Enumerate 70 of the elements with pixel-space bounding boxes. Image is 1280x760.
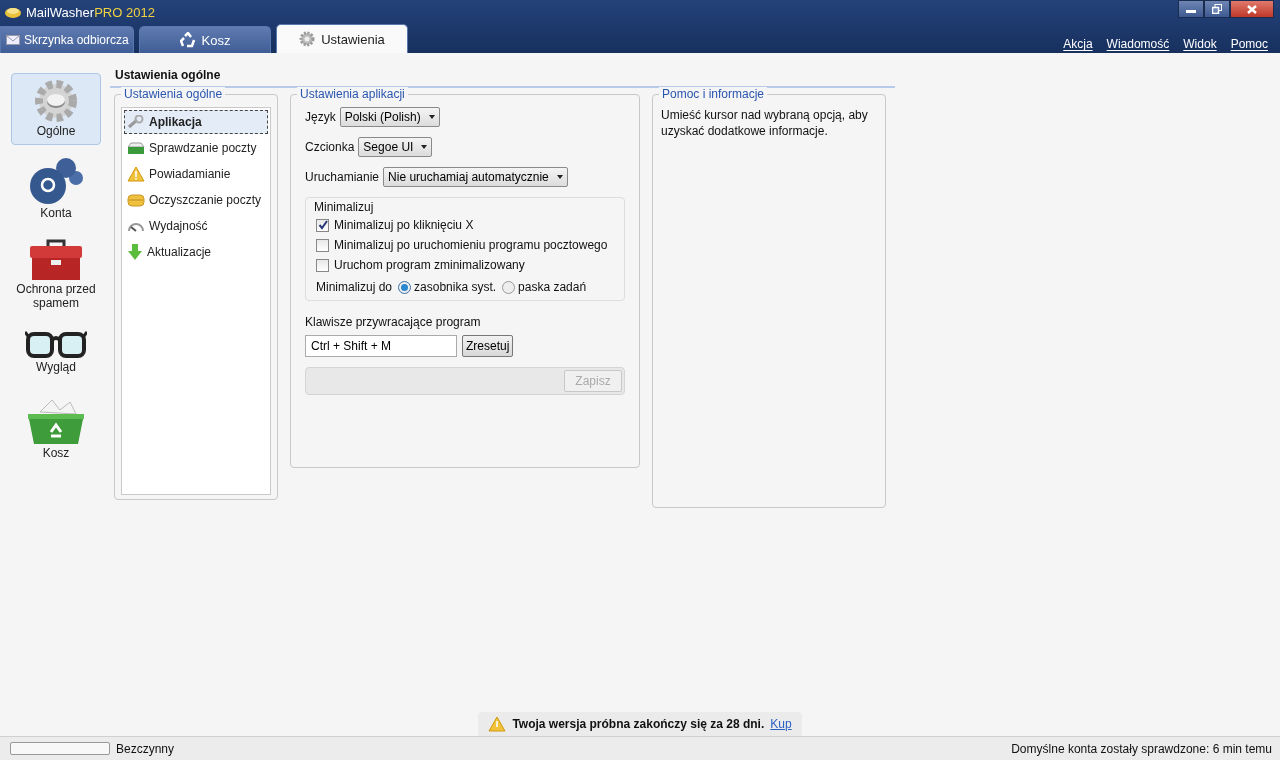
nav-item[interactable]: Ogólne bbox=[11, 73, 101, 145]
tab[interactable]: Ustawienia bbox=[276, 24, 408, 53]
buy-link[interactable]: Kup bbox=[770, 717, 792, 731]
menu-item[interactable]: Akcja bbox=[1063, 37, 1093, 51]
checkbox-label: Minimalizuj po kliknięciu X bbox=[334, 218, 474, 232]
checkbox-label: Uruchom program zminimalizowany bbox=[334, 258, 525, 272]
eraser-icon bbox=[127, 193, 145, 207]
field-label: Język bbox=[305, 110, 336, 124]
tab[interactable]: Skrzynka odbiorcza bbox=[0, 26, 134, 53]
menu-item[interactable]: Widok bbox=[1183, 37, 1217, 51]
menu-item[interactable]: Pomoc bbox=[1230, 37, 1268, 51]
dropdown[interactable]: Segoe UI bbox=[358, 137, 433, 157]
warning-icon bbox=[127, 166, 145, 182]
inbox-icon bbox=[127, 141, 145, 155]
close-button[interactable] bbox=[1230, 0, 1274, 18]
category-item[interactable]: Wydajność bbox=[124, 214, 268, 238]
group-title: Minimalizuj bbox=[314, 200, 375, 214]
nav-item[interactable]: Wygląd bbox=[11, 323, 101, 387]
radio-label: paska zadań bbox=[518, 280, 587, 294]
warning-icon bbox=[488, 716, 507, 732]
nav-item[interactable]: Konta bbox=[11, 151, 101, 227]
category-item[interactable]: Aplikacja bbox=[124, 110, 268, 134]
radio-button[interactable] bbox=[398, 280, 412, 294]
category-item[interactable]: Sprawdzanie poczty bbox=[124, 136, 268, 160]
restore-icon bbox=[1212, 4, 1222, 14]
dropdown[interactable]: Polski (Polish) bbox=[339, 107, 440, 127]
checkbox[interactable] bbox=[316, 238, 329, 252]
maximize-button[interactable] bbox=[1204, 0, 1230, 18]
field-label: Klawisze przywracające program bbox=[305, 315, 482, 329]
radio-label: zasobnika syst. bbox=[414, 280, 497, 294]
radio-button[interactable] bbox=[502, 280, 516, 294]
help-text: Umieść kursor nad wybraną opcją, aby uzyskać dodatkowe informacje. bbox=[661, 107, 869, 139]
group-title: Ustawienia ogólne bbox=[121, 87, 226, 101]
field-label: Uruchamianie bbox=[305, 170, 380, 184]
caret-icon bbox=[421, 145, 428, 149]
gear-icon bbox=[32, 78, 80, 124]
minimize-button[interactable] bbox=[1178, 0, 1204, 18]
recycle-icon bbox=[179, 32, 196, 48]
toolbox-icon bbox=[28, 238, 84, 282]
caret-icon bbox=[556, 175, 563, 179]
window-title: MailWasherPRO 2012 bbox=[26, 4, 155, 20]
group-title: Pomoc i informacje bbox=[659, 87, 768, 101]
category-item[interactable]: Aktualizacje bbox=[124, 240, 268, 264]
soap-icon bbox=[4, 5, 22, 19]
nav-item[interactable]: Ochrona przed spamem bbox=[11, 233, 101, 317]
reset-button[interactable]: Zresetuj bbox=[462, 335, 514, 357]
status-text: Bezczynny bbox=[116, 741, 175, 756]
dropdown[interactable]: Nie uruchamiaj automatycznie bbox=[383, 167, 568, 187]
category-item[interactable]: Powiadamianie bbox=[124, 162, 268, 186]
trial-message: Twoja wersja próbna zakończy się za 28 dni. bbox=[512, 717, 765, 731]
caret-icon bbox=[428, 115, 435, 119]
field-label: Czcionka bbox=[305, 140, 355, 154]
checkbox[interactable] bbox=[316, 258, 329, 272]
menu-item[interactable]: Wiadomość bbox=[1106, 37, 1170, 51]
gear-icon bbox=[299, 31, 316, 47]
category-item[interactable]: Oczyszczanie poczty bbox=[124, 188, 268, 212]
glasses-icon bbox=[25, 328, 87, 360]
wrench-icon bbox=[127, 115, 145, 129]
down-arrow-icon bbox=[127, 243, 143, 261]
envelope-icon bbox=[6, 35, 20, 45]
hotkey-field[interactable]: Ctrl + Shift + M bbox=[305, 335, 457, 357]
checkbox-label: Minimalizuj po uruchomieniu programu pocztowego bbox=[334, 238, 608, 252]
tab[interactable]: Kosz bbox=[139, 26, 271, 53]
close-icon bbox=[1247, 4, 1257, 14]
group-title: Ustawienia aplikacji bbox=[297, 87, 408, 101]
recycle-bin-icon bbox=[26, 398, 86, 446]
field-label: Minimalizuj do bbox=[316, 280, 393, 294]
nav-item[interactable]: Kosz bbox=[11, 393, 101, 467]
checkbox[interactable] bbox=[316, 218, 329, 232]
status-text: Domyślne konta zostały sprawdzone: 6 min temu bbox=[1011, 741, 1272, 756]
